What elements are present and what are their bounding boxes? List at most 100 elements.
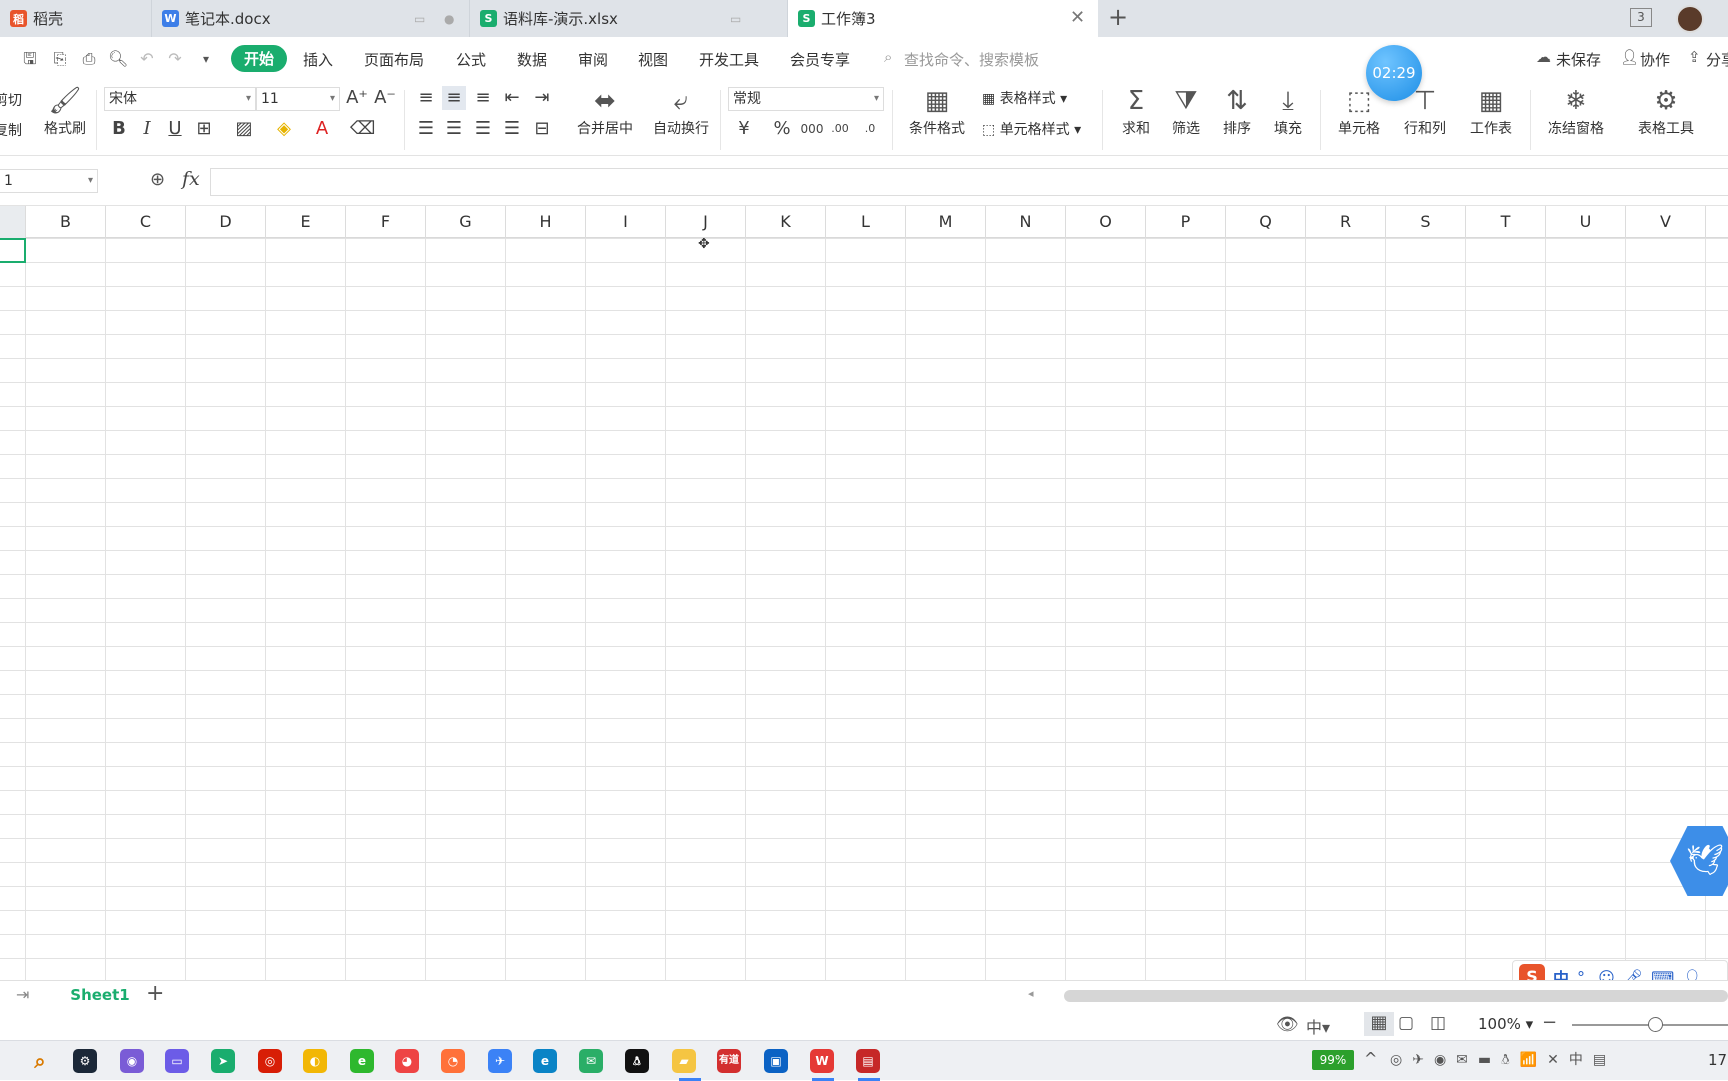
column-header-o[interactable]: O (1066, 206, 1146, 238)
wrap-text-button[interactable]: ⤶ 自动换行 (648, 84, 714, 138)
underline-icon[interactable]: U (163, 117, 187, 141)
timer-badge[interactable]: 02:29 (1366, 45, 1422, 101)
column-header-t[interactable]: T (1466, 206, 1546, 238)
border-icon[interactable]: ⊞ (192, 117, 216, 141)
copy-button[interactable]: 复制 (0, 120, 22, 140)
conditional-format-button[interactable]: ▦ 条件格式 (900, 84, 974, 138)
decrease-font-icon[interactable]: A⁻ (373, 86, 397, 110)
align-right-icon[interactable]: ☰ (471, 117, 495, 141)
search-icon[interactable]: ⌕ (28, 1049, 52, 1073)
cell-shading-icon[interactable]: ▨ (232, 117, 256, 141)
font-size-select[interactable]: 11 ▾ (256, 87, 340, 111)
file-explorer-icon[interactable]: ▰ (672, 1049, 696, 1073)
eye-protect-icon[interactable]: 👁︎ (1276, 1014, 1299, 1035)
page-layout-view-icon[interactable]: ▢ (1398, 1013, 1414, 1033)
font-color-icon[interactable]: A (310, 117, 334, 141)
align-left-icon[interactable]: ☰ (414, 117, 438, 141)
fill-button[interactable]: ⤓ 填充 (1264, 84, 1312, 138)
wechat-icon[interactable]: ✉ (579, 1049, 603, 1073)
menu-insert[interactable]: 插入 (303, 49, 333, 70)
menu-developer[interactable]: 开发工具 (699, 49, 759, 70)
close-icon[interactable]: ✕ (1070, 7, 1085, 28)
column-header-f[interactable]: F (346, 206, 426, 238)
table-style-button[interactable]: ▦ 表格样式 ▾ (982, 88, 1067, 108)
align-bottom-icon[interactable]: ≡ (471, 86, 495, 110)
youdao-icon[interactable]: 有道 (717, 1049, 741, 1073)
language-icon[interactable]: 中▾ (1306, 1014, 1330, 1038)
column-header-d[interactable]: D (186, 206, 266, 238)
zoom-slider-thumb[interactable] (1648, 1017, 1663, 1032)
column-header-l[interactable]: L (826, 206, 906, 238)
menu-page-layout[interactable]: 页面布局 (364, 49, 424, 70)
page-break-view-icon[interactable]: ◫ (1430, 1013, 1446, 1033)
column-header-e[interactable]: E (266, 206, 346, 238)
zoom-out-icon[interactable]: − (1542, 1012, 1557, 1033)
undo-icon[interactable]: ↶ (137, 49, 157, 69)
percent-icon[interactable]: % (770, 117, 794, 141)
currency-icon[interactable]: ¥ (732, 117, 756, 141)
thousands-icon[interactable]: 000 (800, 117, 824, 141)
column-header-h[interactable]: H (506, 206, 586, 238)
netease-music-icon[interactable]: ◎ (258, 1049, 282, 1073)
font-name-select[interactable]: 宋体 ▾ (104, 87, 256, 111)
menu-view[interactable]: 视图 (638, 49, 668, 70)
bold-icon[interactable]: B (107, 117, 131, 141)
menu-data[interactable]: 数据 (517, 49, 547, 70)
ime-toolbar[interactable]: S 中 °, ☺ 🎤︎ ⌨ 👤︎ (1512, 960, 1728, 980)
align-center-icon[interactable]: ☰ (442, 117, 466, 141)
avatar[interactable] (1676, 5, 1704, 33)
edge-icon[interactable]: e (533, 1049, 557, 1073)
customize-chevron-icon[interactable]: ▾ (196, 49, 216, 69)
output-pdf-icon[interactable]: ⎘ (50, 49, 70, 69)
freeze-panes-button[interactable]: ❄ 冻结窗格 (1536, 84, 1616, 138)
sheet-tab-sheet1[interactable]: Sheet1 (64, 981, 136, 1009)
align-middle-icon[interactable]: ≡ (442, 86, 466, 110)
justify-icon[interactable]: ☰ (500, 117, 524, 141)
tab-workbook3[interactable]: S 工作簿3 ✕ (788, 0, 1098, 37)
sort-button[interactable]: ⇅ 排序 (1213, 84, 1261, 138)
cell-style-button[interactable]: ⬚ 单元格样式 ▾ (982, 119, 1081, 139)
zoom-level[interactable]: 100% ▾ (1478, 1015, 1533, 1033)
scroll-left-icon[interactable]: ◂ (1028, 987, 1034, 1000)
column-header-u[interactable]: U (1546, 206, 1626, 238)
name-box[interactable]: 1 ▾ (0, 169, 98, 193)
chat-app-icon[interactable]: ▭ (165, 1049, 189, 1073)
print-icon[interactable]: ⎙ (79, 49, 99, 69)
table-tools-button[interactable]: ⚙ 表格工具 (1626, 84, 1706, 138)
floating-assistant-icon[interactable]: 🕊︎ (1670, 826, 1728, 896)
column-header-p[interactable]: P (1146, 206, 1226, 238)
new-tab-plus-icon[interactable]: + (1108, 3, 1128, 31)
menu-start[interactable]: 开始 (231, 45, 288, 72)
active-cell[interactable] (0, 238, 26, 263)
chrome-icon[interactable]: ◕ (395, 1049, 419, 1073)
tab-daoke[interactable]: 稻 稻壳 (0, 0, 152, 37)
firefox-icon[interactable]: ◔ (441, 1049, 465, 1073)
indent-increase-icon[interactable]: ⇥ (530, 86, 554, 110)
formula-input[interactable] (210, 168, 1728, 196)
app-icon[interactable]: ✈ (488, 1049, 512, 1073)
fx-label[interactable]: fx (182, 168, 200, 190)
app-icon[interactable]: ◉ (120, 1049, 144, 1073)
steam-icon[interactable]: ⚙ (73, 1049, 97, 1073)
save-icon[interactable]: 🖫 (20, 49, 40, 69)
chevron-up-icon[interactable]: ^ (1364, 1049, 1377, 1068)
menu-formula[interactable]: 公式 (456, 49, 486, 70)
filter-button[interactable]: ⧩ 筛选 (1162, 84, 1210, 138)
column-header-g[interactable]: G (426, 206, 506, 238)
recorder-icon[interactable]: ▤ (856, 1049, 880, 1073)
column-header-s[interactable]: S (1386, 206, 1466, 238)
column-header-r[interactable]: R (1306, 206, 1386, 238)
clock[interactable]: 17 (1708, 1051, 1727, 1069)
column-header-c[interactable]: C (106, 206, 186, 238)
column-header-m[interactable]: M (906, 206, 986, 238)
tab-corpus-xlsx[interactable]: S 语料库-演示.xlsx ▭ (470, 0, 788, 37)
align-top-icon[interactable]: ≡ (414, 86, 438, 110)
app-icon[interactable]: ▣ (764, 1049, 788, 1073)
column-header-j[interactable]: J (666, 206, 746, 238)
decrease-decimal-icon[interactable]: .0 (858, 117, 882, 141)
collab-button[interactable]: 协作 (1640, 49, 1670, 70)
format-painter-button[interactable]: 🖌︎ 格式刷 (40, 84, 90, 138)
share-button[interactable]: 分享 (1706, 49, 1728, 70)
merge-center-button[interactable]: ⬌ 合并居中 (568, 84, 642, 138)
last-sheet-icon[interactable]: ⇥ (16, 985, 29, 1004)
